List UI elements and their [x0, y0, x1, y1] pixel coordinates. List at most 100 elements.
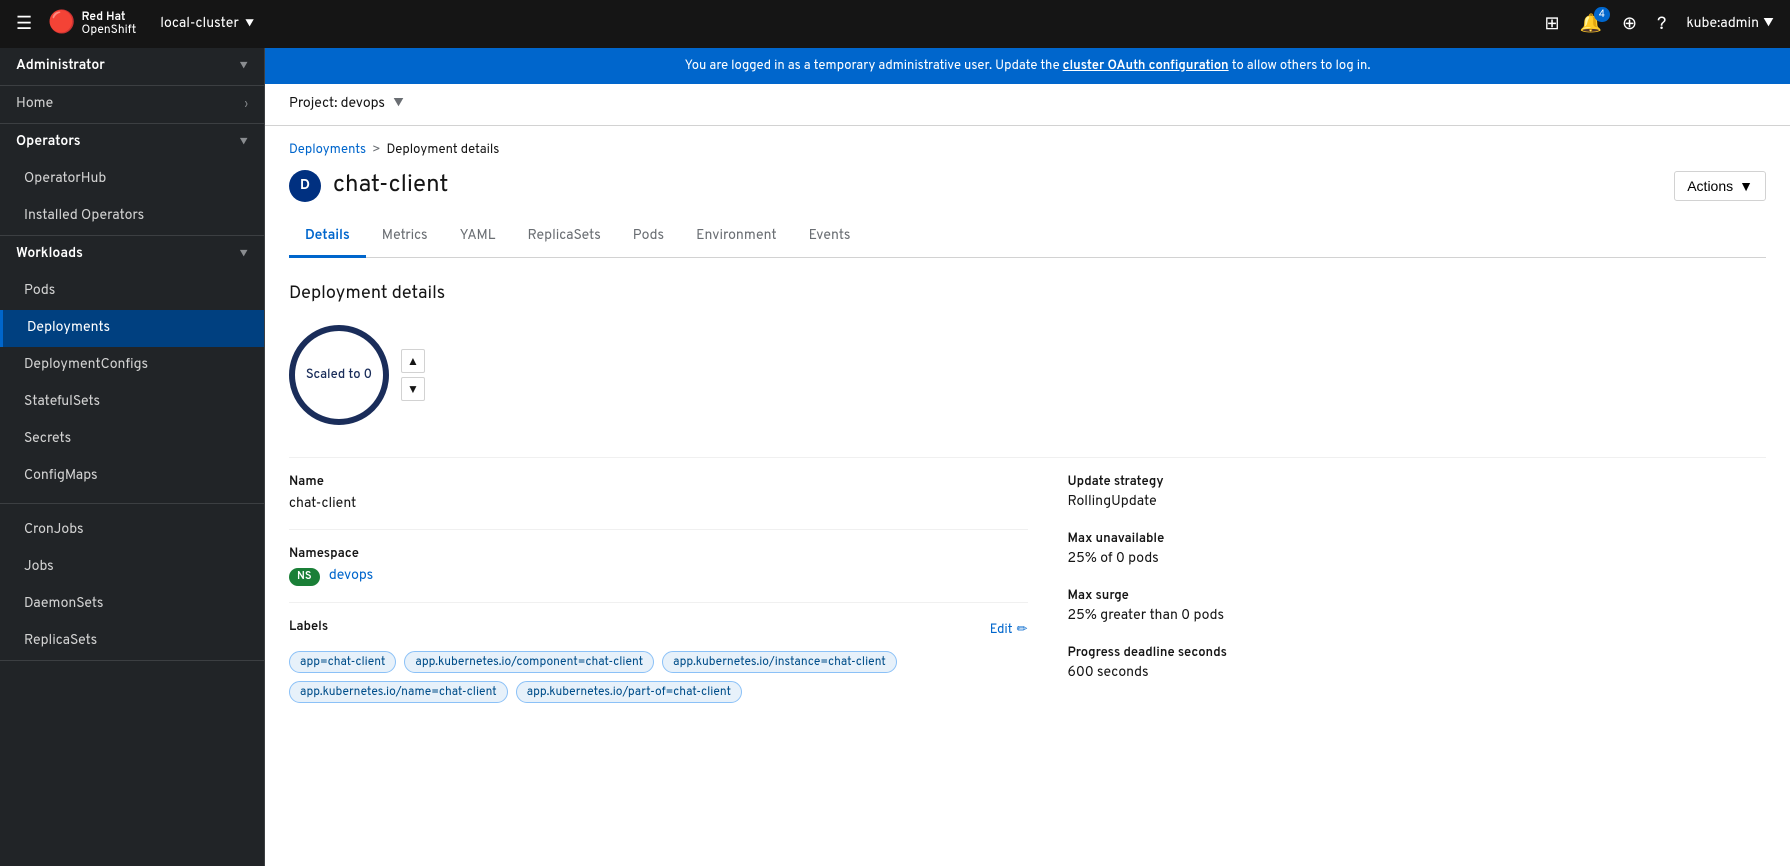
namespace-link[interactable]: devops	[329, 568, 373, 585]
name-section: Name chat-client	[289, 457, 1028, 529]
detail-tabs: Details Metrics YAML ReplicaSets Pods En…	[289, 218, 1766, 258]
progress-deadline-section: Progress deadline seconds 600 seconds	[1068, 645, 1767, 682]
tab-details[interactable]: Details	[289, 218, 366, 258]
notification-bell-icon[interactable]: 🔔 4	[1580, 13, 1602, 36]
tab-yaml[interactable]: YAML	[444, 218, 512, 258]
cluster-selector[interactable]: local-cluster ▼	[160, 16, 254, 33]
sidebar-home-label: Home	[16, 96, 53, 113]
banner-text: You are logged in as a temporary adminis…	[685, 58, 1063, 74]
sidebar-pods-label: Pods	[24, 283, 55, 300]
sidebar-item-workloads[interactable]: Workloads ▼	[0, 236, 264, 273]
tab-events[interactable]: Events	[793, 218, 867, 258]
sidebar-item-jobs[interactable]: Jobs	[0, 549, 264, 586]
namespace-section: Namespace NS devops	[289, 529, 1028, 602]
project-dropdown-icon[interactable]: ▼	[393, 96, 404, 113]
actions-dropdown-icon: ▼	[1739, 178, 1753, 194]
banner-oauth-link[interactable]: cluster OAuth configuration	[1063, 58, 1229, 74]
brand-text: Red Hat OpenShift	[82, 11, 137, 37]
sidebar-daemonsets-label: DaemonSets	[24, 596, 104, 613]
brand-openshift: OpenShift	[82, 24, 137, 37]
sidebar-operatorhub-label: OperatorHub	[24, 171, 106, 188]
username: kube:admin	[1686, 16, 1759, 33]
label-tag-2: app.kubernetes.io/instance=chat-client	[662, 651, 897, 673]
page-title-area: D chat-client	[289, 170, 448, 202]
left-details: Name chat-client Namespace NS devops	[289, 457, 1028, 719]
details-grid: Name chat-client Namespace NS devops	[289, 457, 1766, 719]
labels-header: Labels Edit ✏	[289, 619, 1028, 641]
sidebar-item-statefulsets[interactable]: StatefulSets	[0, 384, 264, 421]
breadcrumb-separator: >	[372, 142, 380, 158]
help-icon[interactable]: ?	[1657, 13, 1666, 36]
sidebar-workloads-section: Workloads ▼ Pods Deployments DeploymentC…	[0, 236, 264, 661]
notification-badge: 4	[1594, 7, 1610, 22]
labels-label: Labels	[289, 619, 328, 635]
grid-icon[interactable]: ⊞	[1544, 13, 1559, 36]
sidebar-item-operatorhub[interactable]: OperatorHub	[0, 161, 264, 198]
max-surge-label: Max surge	[1068, 588, 1767, 604]
progress-deadline-label: Progress deadline seconds	[1068, 645, 1767, 661]
labels-edit-link[interactable]: Edit ✏	[990, 622, 1028, 638]
sidebar-item-home[interactable]: Home ›	[0, 86, 264, 123]
brand-logo: 🔴 Red Hat OpenShift	[48, 10, 136, 38]
tab-metrics[interactable]: Metrics	[366, 218, 444, 258]
sidebar-cronjobs-label: CronJobs	[24, 522, 84, 539]
sidebar-item-replicasets[interactable]: ReplicaSets	[0, 623, 264, 660]
sidebar-item-pods[interactable]: Pods	[0, 273, 264, 310]
tab-replicasets[interactable]: ReplicaSets	[512, 218, 617, 258]
sidebar: Administrator ▼ Home › Operators ▼ Opera…	[0, 48, 265, 866]
cluster-name: local-cluster	[160, 16, 239, 33]
labels-section: Labels Edit ✏ app=chat-client app.kubern…	[289, 602, 1028, 719]
admin-banner: You are logged in as a temporary adminis…	[265, 48, 1790, 84]
label-tag-4: app.kubernetes.io/part-of=chat-client	[516, 681, 742, 703]
sidebar-operators-label: Operators	[16, 134, 81, 151]
sidebar-deployments-label: Deployments	[27, 320, 110, 337]
sidebar-deploymentconfigs-label: DeploymentConfigs	[24, 357, 148, 374]
sidebar-item-secrets[interactable]: Secrets	[0, 421, 264, 458]
sidebar-home-section: Home ›	[0, 86, 264, 124]
actions-button[interactable]: Actions ▼	[1674, 171, 1766, 201]
replica-increase-button[interactable]: ▲	[401, 349, 425, 373]
sidebar-admin-label: Administrator	[16, 58, 105, 75]
sidebar-divider	[0, 503, 264, 504]
progress-deadline-value: 600 seconds	[1068, 665, 1767, 682]
main-layout: Administrator ▼ Home › Operators ▼ Opera…	[0, 48, 1790, 866]
label-tag-0: app=chat-client	[289, 651, 396, 673]
namespace-label: Namespace	[289, 546, 1028, 562]
tab-environment[interactable]: Environment	[680, 218, 793, 258]
sidebar-item-installed-operators[interactable]: Installed Operators	[0, 198, 264, 235]
update-strategy-label: Update strategy	[1068, 474, 1767, 490]
breadcrumb-parent[interactable]: Deployments	[289, 142, 366, 158]
update-strategy-section: Update strategy RollingUpdate	[1068, 474, 1767, 511]
sidebar-item-cronjobs[interactable]: CronJobs	[0, 512, 264, 549]
cluster-dropdown-icon: ▼	[245, 16, 254, 32]
sidebar-workloads-label: Workloads	[16, 246, 83, 263]
sidebar-admin[interactable]: Administrator ▼	[0, 48, 264, 85]
user-dropdown-icon: ▼	[1763, 16, 1774, 33]
section-title: Deployment details	[289, 282, 1766, 305]
tab-pods[interactable]: Pods	[617, 218, 680, 258]
sidebar-item-configmaps[interactable]: ConfigMaps	[0, 458, 264, 495]
namespace-badge: NS	[289, 568, 320, 586]
sidebar-item-deployments[interactable]: Deployments	[0, 310, 264, 347]
operators-chevron-icon: ▼	[239, 136, 248, 150]
sidebar-item-daemonsets[interactable]: DaemonSets	[0, 586, 264, 623]
sidebar-item-deploymentconfigs[interactable]: DeploymentConfigs	[0, 347, 264, 384]
sidebar-item-operators[interactable]: Operators ▼	[0, 124, 264, 161]
max-surge-value: 25% greater than 0 pods	[1068, 608, 1767, 625]
add-icon[interactable]: ⊕	[1622, 13, 1637, 36]
hamburger-menu[interactable]: ☰	[16, 13, 32, 36]
sidebar-jobs-label: Jobs	[24, 559, 54, 576]
replica-decrease-button[interactable]: ▼	[401, 377, 425, 401]
navbar: ☰ 🔴 Red Hat OpenShift local-cluster ▼ ⊞ …	[0, 0, 1790, 48]
page-title: chat-client	[333, 171, 448, 201]
sidebar-secrets-label: Secrets	[24, 431, 71, 448]
user-menu[interactable]: kube:admin ▼	[1686, 16, 1774, 33]
main-content: You are logged in as a temporary adminis…	[265, 48, 1790, 866]
replica-controls: ▲ ▼	[401, 349, 425, 401]
label-tags: app=chat-client app.kubernetes.io/compon…	[289, 651, 1028, 703]
max-unavailable-section: Max unavailable 25% of 0 pods	[1068, 531, 1767, 568]
update-strategy-value: RollingUpdate	[1068, 494, 1767, 511]
replica-count-text: Scaled to 0	[306, 367, 372, 384]
page-content: Deployments > Deployment details D chat-…	[265, 126, 1790, 735]
max-unavailable-value: 25% of 0 pods	[1068, 551, 1767, 568]
